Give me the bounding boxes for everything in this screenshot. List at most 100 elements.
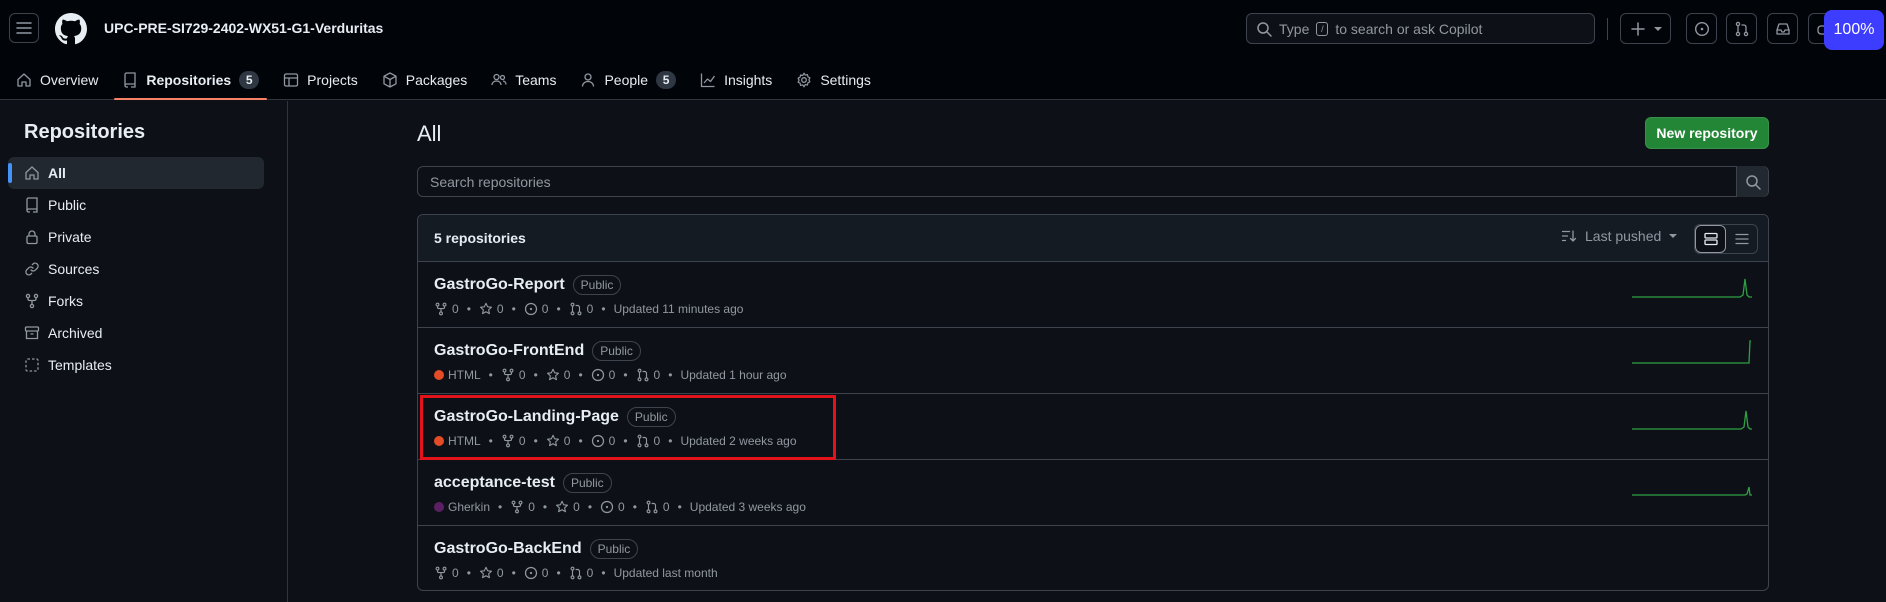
meta-separator: • bbox=[578, 434, 583, 448]
repository-search bbox=[417, 166, 1769, 197]
language-color-dot bbox=[434, 436, 444, 446]
star-icon bbox=[479, 566, 492, 579]
pull-requests-count[interactable]: 0 bbox=[636, 434, 660, 448]
org-name[interactable]: UPC-PRE-SI729-2402-WX51-G1-Verduritas bbox=[104, 20, 383, 36]
sidebar-item-archived[interactable]: Archived bbox=[8, 317, 264, 349]
repository-name-link[interactable]: GastroGo-FrontEnd bbox=[434, 342, 584, 360]
repository-search-input[interactable] bbox=[418, 167, 1736, 196]
language-name: HTML bbox=[448, 434, 481, 448]
tab-projects[interactable]: Projects bbox=[275, 60, 366, 100]
forks-count[interactable]: 0 bbox=[510, 500, 535, 514]
pull-requests-count[interactable]: 0 bbox=[569, 566, 593, 580]
pull-requests-button[interactable] bbox=[1726, 13, 1757, 44]
card-view-button[interactable] bbox=[1695, 225, 1727, 253]
pull-requests-count[interactable]: 0 bbox=[645, 500, 670, 514]
forks-count[interactable]: 0 bbox=[434, 566, 459, 580]
repository-name-link[interactable]: GastroGo-BackEnd bbox=[434, 540, 582, 558]
language: Gherkin bbox=[434, 500, 490, 514]
inbox-icon bbox=[1775, 22, 1790, 35]
repository-name-link[interactable]: GastroGo-Report bbox=[434, 276, 565, 294]
stars-count[interactable]: 0 bbox=[479, 302, 504, 316]
repository-search-button[interactable] bbox=[1736, 166, 1768, 197]
issues-count[interactable]: 0 bbox=[591, 368, 616, 382]
sidebar-item-sources[interactable]: Sources bbox=[8, 253, 264, 285]
sidebar-item-forks[interactable]: Forks bbox=[8, 285, 264, 317]
repo-icon bbox=[26, 197, 38, 213]
repository-list: 5 repositories Last pushed GastroGo-Repo… bbox=[417, 214, 1769, 591]
tab-repositories[interactable]: Repositories 5 bbox=[114, 60, 267, 100]
sidebar-item-label: Private bbox=[48, 229, 92, 245]
meta-separator: • bbox=[623, 368, 628, 382]
pull-requests-count[interactable]: 0 bbox=[569, 302, 593, 316]
create-new-button[interactable] bbox=[1620, 13, 1671, 44]
repository-meta: HTML • 0 • 0 • 0 • 0 • Updated 1 hour ag… bbox=[434, 368, 787, 382]
sidebar-item-all[interactable]: All bbox=[8, 157, 264, 189]
menu-button[interactable] bbox=[9, 13, 39, 43]
forks-count[interactable]: 0 bbox=[501, 434, 526, 448]
stars-value: 0 bbox=[563, 368, 571, 382]
visibility-badge: Public bbox=[572, 275, 622, 295]
issues-value: 0 bbox=[541, 566, 549, 580]
forks-count[interactable]: 0 bbox=[434, 302, 459, 316]
meta-separator: • bbox=[466, 302, 471, 316]
fork-icon bbox=[25, 293, 39, 309]
language-color-dot bbox=[434, 502, 444, 512]
stars-count[interactable]: 0 bbox=[555, 500, 580, 514]
meta-separator: • bbox=[623, 434, 628, 448]
home-icon bbox=[17, 73, 31, 87]
meta-separator: • bbox=[556, 302, 561, 316]
github-logo-icon[interactable] bbox=[55, 13, 87, 45]
stars-count[interactable]: 0 bbox=[479, 566, 504, 580]
tab-label: People bbox=[604, 72, 649, 88]
repositories-count-badge: 5 bbox=[239, 71, 260, 89]
issues-count[interactable]: 0 bbox=[591, 434, 616, 448]
search-placeholder-pre: Type bbox=[1279, 20, 1310, 37]
tab-packages[interactable]: Packages bbox=[374, 60, 475, 100]
new-repository-button[interactable]: New repository bbox=[1645, 117, 1769, 149]
repository-meta: 0 • 0 • 0 • 0 • Updated 11 minutes ago bbox=[434, 302, 743, 316]
sidebar-item-templates[interactable]: Templates bbox=[8, 349, 264, 381]
issues-button[interactable] bbox=[1686, 13, 1717, 44]
list-view-button[interactable] bbox=[1726, 225, 1757, 253]
language-name: HTML bbox=[448, 368, 481, 382]
repository-name-link[interactable]: acceptance-test bbox=[434, 474, 555, 492]
tab-settings[interactable]: Settings bbox=[788, 60, 879, 100]
meta-separator: • bbox=[533, 434, 538, 448]
stars-count[interactable]: 0 bbox=[546, 434, 570, 448]
sidebar-item-public[interactable]: Public bbox=[8, 189, 264, 221]
package-icon bbox=[383, 72, 397, 88]
tab-teams[interactable]: Teams bbox=[483, 60, 564, 100]
meta-separator: • bbox=[488, 368, 493, 382]
tab-people[interactable]: People 5 bbox=[572, 60, 684, 100]
meta-separator: • bbox=[556, 566, 561, 580]
issues-count[interactable]: 0 bbox=[524, 566, 549, 580]
repository-name-link[interactable]: GastroGo-Landing-Page bbox=[434, 408, 619, 426]
tab-label: Overview bbox=[40, 72, 99, 88]
graph-icon bbox=[700, 73, 716, 88]
global-search[interactable]: Type / to search or ask Copilot bbox=[1246, 13, 1595, 44]
tab-overview[interactable]: Overview bbox=[8, 60, 106, 100]
inbox-button[interactable] bbox=[1767, 13, 1798, 44]
tab-insights[interactable]: Insights bbox=[692, 60, 780, 100]
sidebar-item-private[interactable]: Private bbox=[8, 221, 264, 253]
sort-dropdown[interactable]: Last pushed bbox=[1561, 228, 1678, 244]
pull-requests-count[interactable]: 0 bbox=[636, 368, 661, 382]
visibility-badge: Public bbox=[589, 539, 639, 559]
sidebar-title: Repositories bbox=[24, 121, 146, 143]
pull-requests-value: 0 bbox=[653, 368, 661, 382]
repository-row: GastroGo-Report Public 0 • 0 • 0 • 0 • U… bbox=[418, 262, 1768, 328]
issues-count[interactable]: 0 bbox=[524, 302, 548, 316]
language: HTML bbox=[434, 368, 481, 382]
issue-icon bbox=[1694, 21, 1709, 36]
issues-count[interactable]: 0 bbox=[600, 500, 625, 514]
repository-count: 5 repositories bbox=[434, 230, 526, 246]
issues-value: 0 bbox=[608, 368, 616, 382]
zoom-level-badge: 100% bbox=[1824, 10, 1884, 50]
forks-count[interactable]: 0 bbox=[501, 368, 526, 382]
tab-label: Settings bbox=[820, 72, 871, 88]
fork-icon bbox=[435, 302, 447, 316]
issues-value: 0 bbox=[608, 434, 616, 448]
repository-meta: Gherkin • 0 • 0 • 0 • 0 • Updated 3 week… bbox=[434, 500, 806, 514]
repository-meta: HTML • 0 • 0 • 0 • 0 • Updated 2 weeks a… bbox=[434, 434, 797, 448]
stars-count[interactable]: 0 bbox=[546, 368, 571, 382]
